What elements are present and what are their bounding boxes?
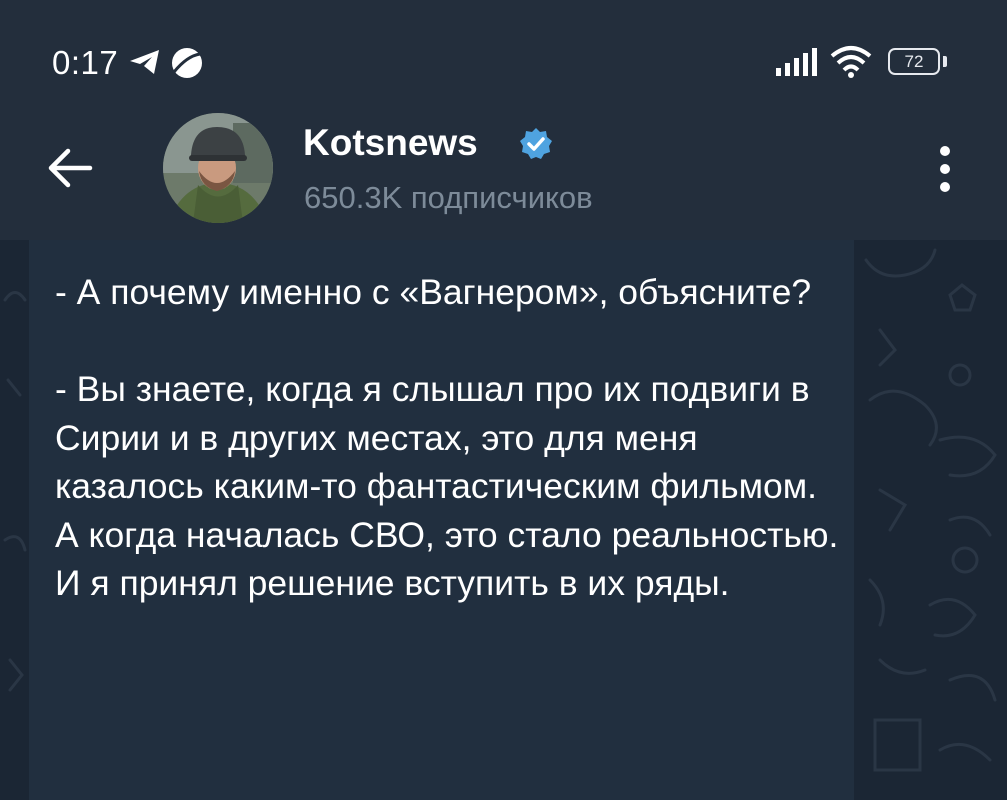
status-bar: 0:17 72 <box>0 0 1007 100</box>
verified-icon <box>520 128 552 159</box>
message-paragraph: - Вы знаете, когда я слышал про их подви… <box>55 369 839 603</box>
message-text: - А почему именно с «Вагнером», объяснит… <box>55 268 845 608</box>
back-arrow-icon[interactable] <box>46 146 94 190</box>
status-time: 0:17 <box>52 44 119 81</box>
channel-name[interactable]: Kotsnews <box>303 122 478 164</box>
wifi-icon <box>830 46 872 78</box>
more-vert-icon[interactable] <box>934 145 956 193</box>
battery-icon: 72 <box>888 48 940 75</box>
battery-level: 72 <box>904 52 924 71</box>
battery-cap <box>943 56 947 67</box>
message-paragraph: - А почему именно с «Вагнером», объяснит… <box>55 272 812 312</box>
orbit-icon <box>172 48 202 78</box>
channel-avatar[interactable] <box>163 113 273 223</box>
subscriber-count: 650.3K подписчиков <box>304 180 593 215</box>
signal-icon <box>776 48 817 76</box>
telegram-icon <box>130 50 159 74</box>
